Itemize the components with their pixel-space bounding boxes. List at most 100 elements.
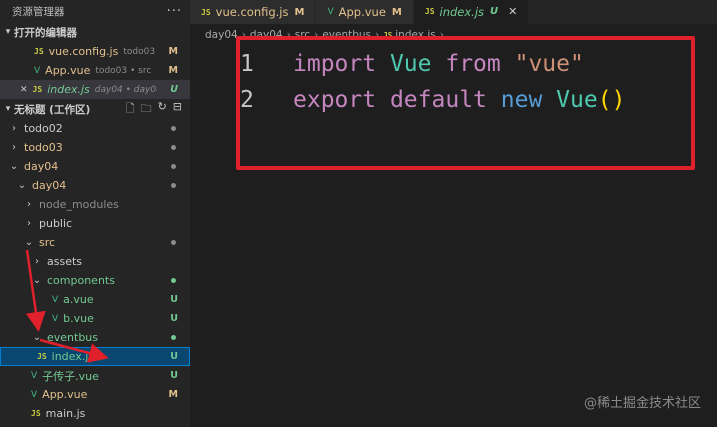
more-actions-icon[interactable]: ··· <box>167 4 182 19</box>
status-dot <box>171 145 176 150</box>
tree-folder-components[interactable]: ⌄ components <box>0 271 190 290</box>
tree-label: b.vue <box>63 312 94 325</box>
tree-folder-node-modules[interactable]: › node_modules <box>0 195 190 214</box>
close-icon[interactable]: ✕ <box>508 5 517 18</box>
tree-label: day04 <box>24 160 59 173</box>
tree-label: day04 <box>32 179 67 192</box>
workspace-label: 无标题 (工作区) <box>14 103 91 116</box>
chevron-down-icon: ▾ <box>5 27 11 37</box>
explorer-title: 资源管理器 <box>12 5 65 18</box>
tab-label: vue.config.js <box>215 5 289 19</box>
open-editor-name: App.vue <box>45 64 91 77</box>
js-file-icon: JS <box>201 7 211 17</box>
tree-label: assets <box>47 255 83 268</box>
editor-tab-bar: JS vue.config.js M V App.vue M JS index.… <box>190 0 717 24</box>
chevron-down-icon: ⌄ <box>32 275 42 286</box>
open-editor-desc: day04 • day04... <box>94 84 157 95</box>
vue-file-icon: V <box>327 7 334 17</box>
git-status-badge: M <box>168 65 178 76</box>
status-dot <box>171 164 176 169</box>
git-status-badge: U <box>170 313 178 324</box>
git-status-badge: U <box>170 351 178 362</box>
tab-app-vue[interactable]: V App.vue M <box>316 0 414 24</box>
new-folder-icon[interactable]: 🗀 <box>141 100 152 119</box>
js-file-icon: JS <box>37 352 47 361</box>
open-editor-item[interactable]: JS vue.config.js todo03 M <box>0 42 190 61</box>
tree-label: main.js <box>45 407 86 420</box>
tree-label: src <box>39 236 56 249</box>
tree-label: index.js <box>51 350 95 363</box>
git-status-badge: M <box>168 389 178 400</box>
open-editors-section[interactable]: ▾ 打开的编辑器 <box>0 22 190 42</box>
chevron-down-icon: ▾ <box>5 104 11 114</box>
git-status-badge: U <box>170 84 178 95</box>
new-file-icon[interactable]: 🗋 <box>126 100 135 119</box>
git-status-badge: U <box>490 6 499 17</box>
open-editors-label: 打开的编辑器 <box>14 26 77 39</box>
status-dot <box>171 335 176 340</box>
vue-file-icon: V <box>31 370 38 381</box>
tree-label: eventbus <box>47 331 99 344</box>
js-file-icon: JS <box>31 409 41 418</box>
js-file-icon: JS <box>32 85 43 94</box>
vue-file-icon: V <box>52 313 59 324</box>
tree-file-main-js[interactable]: JS main.js <box>0 404 190 423</box>
tab-index-js[interactable]: JS index.js U ✕ <box>413 0 530 24</box>
refresh-icon[interactable]: ↻ <box>158 100 167 119</box>
chevron-right-icon: › <box>12 123 16 134</box>
collapse-icon[interactable]: ⊟ <box>173 100 182 119</box>
workspace-toolbar: 🗋 🗀 ↻ ⊟ <box>126 100 190 119</box>
tab-vue-config-js[interactable]: JS vue.config.js M <box>190 0 317 24</box>
tab-label: App.vue <box>338 5 386 19</box>
tree-folder-src[interactable]: ⌄ src <box>0 233 190 252</box>
chevron-right-icon: › <box>12 142 16 153</box>
open-editor-item[interactable]: V App.vue todo03 • src M <box>0 61 190 80</box>
chevron-right-icon: › <box>27 199 31 210</box>
status-dot <box>171 126 176 131</box>
tree-file-b-vue[interactable]: V b.vue U <box>0 309 190 328</box>
git-status-badge: U <box>170 294 178 305</box>
chevron-down-icon: ⌄ <box>9 161 19 172</box>
tree-label: todo02 <box>24 122 63 135</box>
tree-folder-day04[interactable]: ⌄ day04 <box>0 157 190 176</box>
chevron-down-icon: ⌄ <box>32 332 42 343</box>
tree-label: a.vue <box>63 293 94 306</box>
open-editor-desc: todo03 • src <box>95 65 152 76</box>
highlight-box <box>236 36 695 170</box>
tree-label: 子传子.vue <box>42 369 99 383</box>
git-status-badge: M <box>391 6 402 18</box>
vue-file-icon: V <box>34 65 41 76</box>
tree-folder-day04-inner[interactable]: ⌄ day04 <box>0 176 190 195</box>
tree-file-index-js[interactable]: JS index.js U <box>0 347 190 366</box>
chevron-down-icon: ⌄ <box>24 237 34 248</box>
breadcrumb-item[interactable]: day04 <box>205 29 238 41</box>
open-editor-desc: todo03 <box>123 46 156 57</box>
git-status-badge: M <box>168 46 178 57</box>
tree-folder-assets[interactable]: › assets <box>0 252 190 271</box>
chevron-down-icon: ⌄ <box>17 180 27 191</box>
tree-folder-eventbus[interactable]: ⌄ eventbus <box>0 328 190 347</box>
tree-file-app-vue[interactable]: V App.vue M <box>0 385 190 404</box>
explorer-sidebar: 资源管理器 ··· ▾ 打开的编辑器 JS vue.config.js todo… <box>0 0 190 427</box>
open-editor-name: index.js <box>47 83 90 96</box>
js-file-icon: JS <box>424 7 435 16</box>
tree-label: public <box>39 217 73 230</box>
open-editor-name: vue.config.js <box>48 45 119 58</box>
tree-file-zichuanzi-vue[interactable]: V 子传子.vue U <box>0 366 190 385</box>
vue-file-icon: V <box>52 294 59 305</box>
tree-label: todo03 <box>24 141 63 154</box>
tree-folder-public[interactable]: › public <box>0 214 190 233</box>
explorer-header: 资源管理器 ··· <box>0 0 190 22</box>
tree-label: components <box>47 274 115 287</box>
workspace-section[interactable]: ▾ 无标题 (工作区) 🗋 🗀 ↻ ⊟ <box>0 99 190 119</box>
tree-label: App.vue <box>42 388 88 401</box>
tree-folder-todo03[interactable]: › todo03 <box>0 138 190 157</box>
tree-file-a-vue[interactable]: V a.vue U <box>0 290 190 309</box>
tree-folder-todo02[interactable]: › todo02 <box>0 119 190 138</box>
git-status-badge: M <box>294 6 305 18</box>
close-icon[interactable]: ✕ <box>20 85 28 95</box>
status-dot <box>171 240 176 245</box>
chevron-right-icon: › <box>27 218 31 229</box>
open-editor-item[interactable]: ✕ JS index.js day04 • day04... U <box>0 80 190 99</box>
chevron-right-icon: › <box>35 256 39 267</box>
